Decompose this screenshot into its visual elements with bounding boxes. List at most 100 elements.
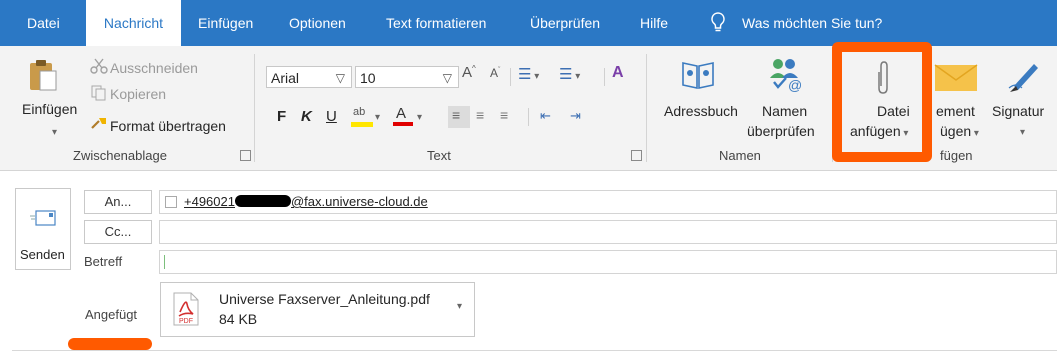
divider: [510, 68, 511, 86]
format-painter-icon: [91, 118, 106, 129]
subject-field[interactable]: [159, 250, 1057, 274]
align-left-icon: ≡: [452, 107, 461, 123]
address-book-button[interactable]: Adressbuch: [657, 54, 739, 144]
paste-label: Einfügen: [22, 101, 78, 117]
cc-field[interactable]: [159, 220, 1057, 244]
numbered-list-icon[interactable]: ☰ ▾: [559, 65, 580, 83]
font-name-value: Arial: [271, 70, 300, 86]
tab-einfuegen[interactable]: Einfügen: [198, 0, 253, 46]
copy-button[interactable]: Kopieren: [110, 86, 166, 102]
to-button[interactable]: An...: [84, 190, 152, 214]
text-group-label: Text: [427, 148, 451, 163]
tab-ueberpruefen[interactable]: Überprüfen: [530, 0, 600, 46]
attachment-menu-icon[interactable]: ▾: [457, 301, 462, 312]
align-left-button[interactable]: ≡: [448, 106, 470, 128]
envelope-icon: [934, 64, 978, 91]
align-right-button[interactable]: ≡: [500, 107, 508, 123]
chevron-down-icon: ▽: [442, 71, 452, 85]
redaction-bar: [234, 195, 291, 207]
bold-button[interactable]: F: [277, 108, 286, 125]
chevron-down-icon: ▾: [375, 112, 381, 123]
check-names-label-line2: überprüfen: [747, 123, 815, 139]
tab-text-formatieren[interactable]: Text formatieren: [386, 0, 486, 46]
to-field[interactable]: +496021 @fax.universe-cloud.de: [159, 190, 1057, 214]
attach-item-label-line2: ügen ▾: [940, 123, 979, 139]
names-group-label: Namen: [719, 148, 761, 163]
send-label: Senden: [20, 247, 65, 262]
group-divider: [254, 54, 255, 162]
copy-icon: [91, 85, 106, 101]
subject-label: Betreff: [84, 254, 123, 269]
recipient-checkbox[interactable]: [165, 196, 177, 208]
underline-button[interactable]: U: [326, 108, 337, 125]
divider: [604, 68, 605, 86]
group-divider: [646, 54, 647, 162]
address-book-label: Adressbuch: [664, 103, 738, 119]
clipboard-launcher-icon[interactable]: [240, 150, 251, 161]
tab-hilfe[interactable]: Hilfe: [640, 0, 668, 46]
attach-item-button[interactable]: ement ügen ▾: [932, 54, 986, 144]
check-names-icon: @: [770, 59, 802, 92]
italic-button[interactable]: K: [301, 108, 312, 125]
font-color-button[interactable]: A ▾: [393, 105, 423, 130]
highlight-box: [832, 42, 932, 162]
text-cursor: [164, 255, 165, 269]
signature-label: Signatur: [992, 103, 1045, 119]
attachment-size: 84 KB: [219, 311, 258, 327]
address-book-icon: [682, 62, 714, 89]
signature-pen-icon: [1008, 64, 1038, 92]
highlight-color-button[interactable]: ab ▾: [351, 106, 381, 130]
clipboard-group-label: Zwischenablage: [73, 148, 167, 163]
tab-nachricht[interactable]: Nachricht: [86, 0, 181, 46]
font-color-swatch: [393, 122, 413, 126]
chevron-down-icon: ▾: [417, 112, 423, 123]
chevron-down-icon: ▽: [335, 71, 345, 85]
font-name-select[interactable]: Arial ▽: [266, 66, 352, 88]
scissors-icon: [90, 58, 108, 74]
highlight-color-swatch: [351, 122, 373, 127]
signature-dropdown-icon[interactable]: ▾: [1020, 127, 1025, 138]
tell-me-search[interactable]: Was möchten Sie tun?: [742, 0, 882, 46]
check-names-label-line1: Namen: [762, 103, 808, 119]
lightbulb-icon: [711, 12, 725, 32]
signature-button[interactable]: Signatur ▾: [988, 54, 1056, 144]
check-names-button[interactable]: @ Namen überprüfen: [744, 54, 826, 144]
recipient-chip[interactable]: +496021 @fax.universe-cloud.de: [184, 194, 428, 209]
align-center-button[interactable]: ≡: [476, 107, 484, 123]
compose-bottom-border: [12, 350, 1057, 351]
pdf-file-icon: PDF: [173, 292, 199, 326]
recipient-prefix: +496021: [184, 194, 235, 209]
paste-button[interactable]: Einfügen ▾: [8, 54, 78, 146]
font-size-select[interactable]: 10 ▽: [355, 66, 459, 88]
cut-button[interactable]: Ausschneiden: [110, 60, 198, 76]
send-button[interactable]: Senden: [15, 188, 71, 270]
pdf-badge-label: PDF: [179, 318, 193, 325]
text-launcher-icon[interactable]: [631, 150, 642, 161]
attached-label: Angefügt: [85, 307, 138, 322]
divider: [528, 108, 529, 126]
decrease-indent-button[interactable]: ⇤: [540, 108, 551, 124]
include-group-label: fügen: [940, 148, 973, 163]
bullet-list-icon[interactable]: ☰ ▾: [518, 65, 539, 83]
send-envelope-icon: [30, 210, 56, 226]
recipient-suffix: @fax.universe-cloud.de: [290, 194, 428, 209]
paste-dropdown-icon[interactable]: ▾: [52, 127, 57, 138]
highlight-underline: [68, 338, 152, 350]
grow-font-icon[interactable]: A^: [462, 64, 476, 81]
menu-bar: Datei Nachricht Einfügen Optionen Text f…: [0, 0, 1057, 46]
tab-datei[interactable]: Datei: [27, 0, 60, 46]
attachment-card[interactable]: PDF Universe Faxserver_Anleitung.pdf 84 …: [160, 282, 475, 337]
svg-text:@: @: [788, 77, 802, 92]
tab-optionen[interactable]: Optionen: [289, 0, 346, 46]
clear-formatting-icon[interactable]: A: [612, 64, 624, 82]
attach-item-label-line1: ement: [936, 103, 975, 119]
shrink-font-icon[interactable]: Aˇ: [490, 66, 500, 80]
font-size-value: 10: [360, 70, 376, 86]
font-color-icon: A: [396, 105, 407, 122]
clipboard-paste-icon: [30, 60, 57, 91]
format-painter-button[interactable]: Format übertragen: [110, 118, 226, 134]
attachment-name: Universe Faxserver_Anleitung.pdf: [219, 291, 430, 307]
increase-indent-button[interactable]: ⇥: [570, 108, 581, 124]
cc-button[interactable]: Cc...: [84, 220, 152, 244]
highlighter-icon: ab: [353, 106, 366, 118]
